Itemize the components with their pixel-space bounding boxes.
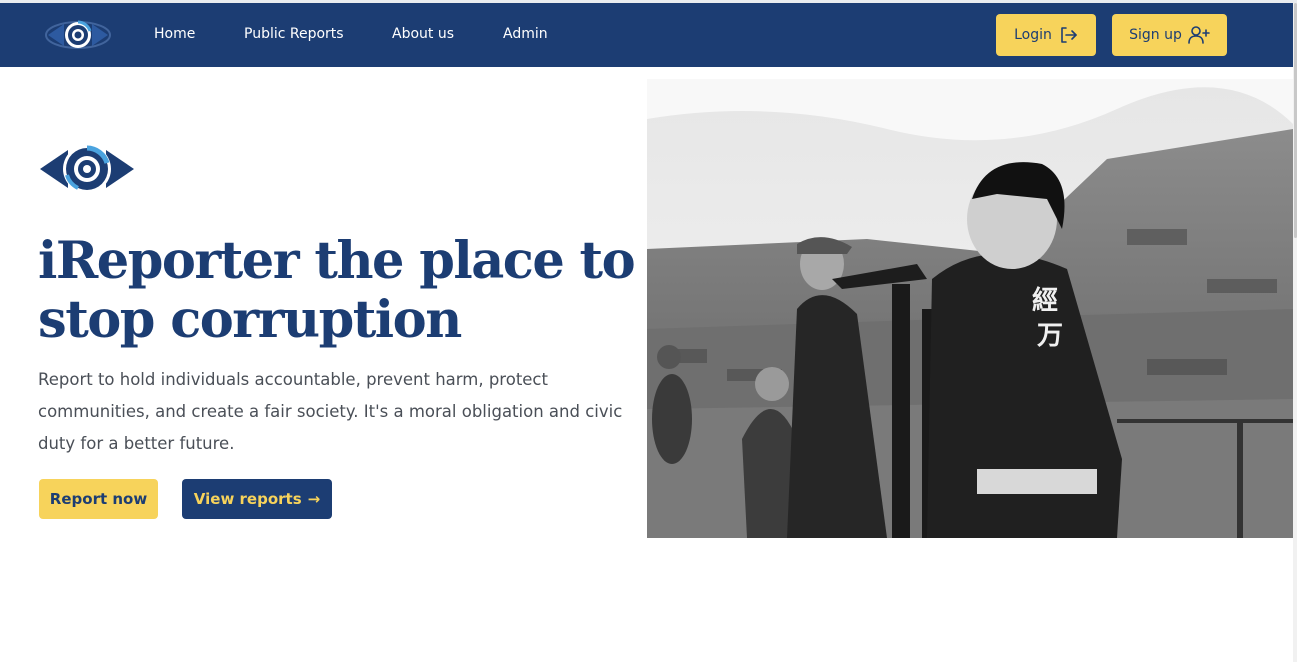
arrow-right-icon: → xyxy=(307,490,321,508)
login-button-label: Login xyxy=(1014,27,1052,43)
eye-logo-icon xyxy=(38,144,136,194)
view-reports-button[interactable]: View reports → xyxy=(182,479,332,519)
report-now-button[interactable]: Report now xyxy=(39,479,158,519)
nav-link-public-reports[interactable]: Public Reports xyxy=(244,26,344,42)
login-arrow-icon xyxy=(1058,25,1078,45)
hero-photo: 經 万 xyxy=(647,79,1293,538)
hero-title: iReporter the place to stop corruption xyxy=(38,231,636,350)
sign-up-button-label: Sign up xyxy=(1129,27,1182,43)
nav-link-admin[interactable]: Admin xyxy=(503,26,548,42)
svg-text:万: 万 xyxy=(1037,321,1063,351)
hero-description: Report to hold individuals accountable, … xyxy=(38,370,623,453)
svg-text:經: 經 xyxy=(1032,285,1058,316)
navbar: Home Public Reports About us Admin Login… xyxy=(0,3,1293,67)
view-reports-label: View reports xyxy=(193,490,302,508)
nav-link-about-us[interactable]: About us xyxy=(392,26,454,42)
eye-logo-icon[interactable] xyxy=(44,14,112,56)
login-button[interactable]: Login xyxy=(996,14,1096,56)
sign-up-button[interactable]: Sign up xyxy=(1112,14,1227,56)
nav-link-home[interactable]: Home xyxy=(154,26,195,42)
user-plus-icon xyxy=(1188,25,1210,45)
